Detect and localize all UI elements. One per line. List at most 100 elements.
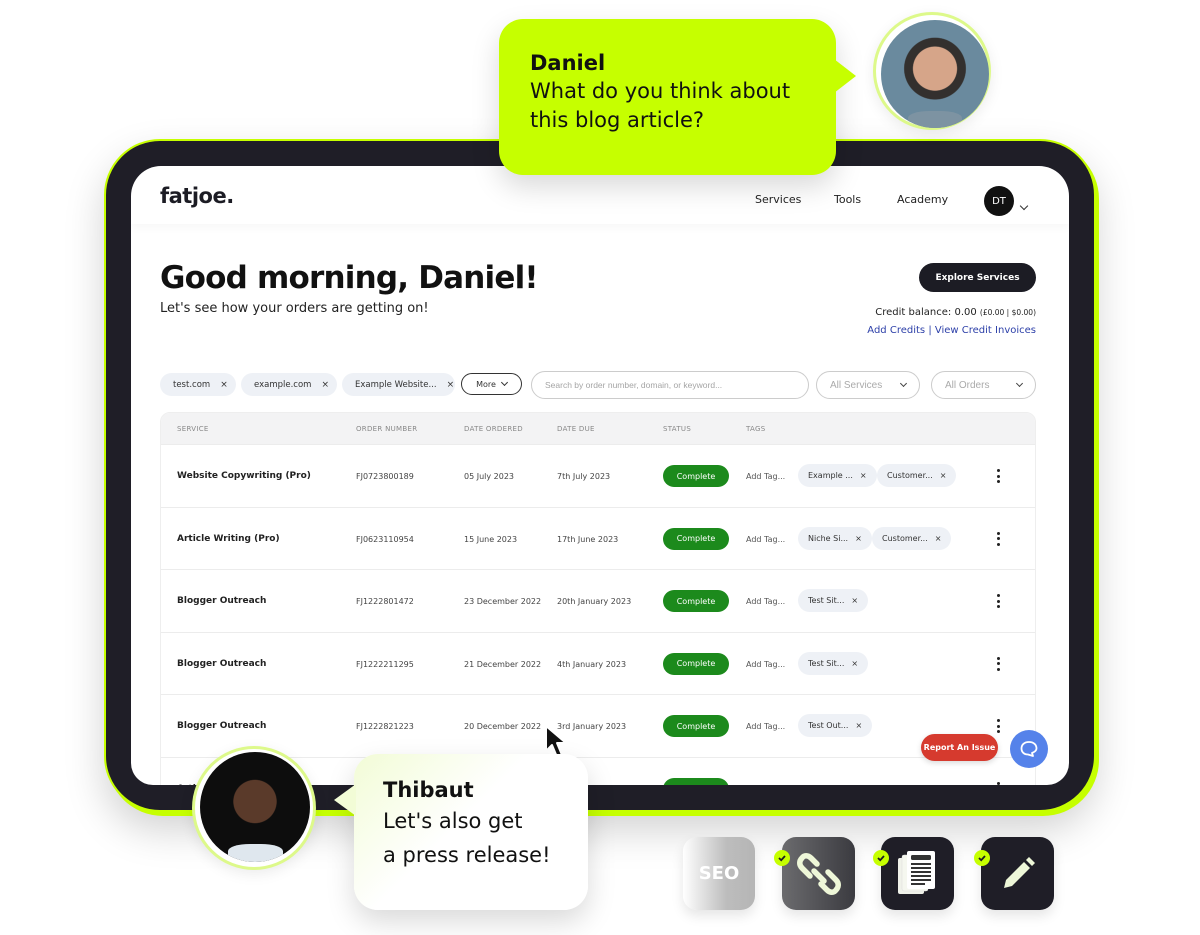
status-badge: Complete	[663, 465, 729, 487]
column-header-date-due: DATE DUE	[557, 425, 595, 433]
more-options-icon[interactable]	[993, 654, 1003, 674]
tag-chip[interactable]: Niche Si... ×	[798, 526, 872, 550]
column-header-service: SERVICE	[177, 425, 209, 433]
status-badge: Complete	[663, 715, 729, 737]
tag-chip[interactable]: Customer... ×	[872, 526, 952, 550]
close-icon[interactable]: ×	[447, 380, 455, 390]
close-icon[interactable]: ×	[851, 596, 858, 605]
check-icon	[974, 850, 990, 866]
close-icon[interactable]: ×	[935, 534, 942, 543]
report-issue-button[interactable]: Report An Issue	[921, 734, 998, 761]
service-tile-seo[interactable]: SEO	[683, 837, 755, 910]
chevron-down-icon	[1015, 379, 1024, 388]
more-options-icon[interactable]	[993, 466, 1003, 486]
services-select-value: All Services	[830, 379, 883, 391]
close-icon[interactable]: ×	[220, 380, 228, 390]
search-field[interactable]	[531, 371, 809, 399]
table-row[interactable]: Blogger Outreach FJ1222801472 23 December …	[161, 569, 1035, 632]
logo[interactable]: fatjoe.	[160, 184, 234, 208]
more-options-icon[interactable]	[993, 591, 1003, 611]
column-header-date-ordered: DATE ORDERED	[464, 425, 523, 433]
service-name[interactable]: Website Copywriting (Pro)	[177, 471, 311, 481]
seo-icon: SEO	[698, 863, 740, 884]
filter-chip[interactable]: Example Website... ×	[342, 373, 455, 396]
add-tag-button[interactable]: Add Tag...	[746, 722, 785, 731]
table-row[interactable]: Article Writing (Pro) FJ0623110954 15 June…	[161, 506, 1035, 570]
tag-label: Customer...	[882, 533, 928, 543]
close-icon[interactable]: ×	[855, 534, 862, 543]
table-row[interactable]: Blogger Outreach FJ1222211295 21 December …	[161, 631, 1035, 695]
tag-chip[interactable]: Customer... ×	[877, 464, 957, 487]
explore-services-button[interactable]: Explore Services	[919, 263, 1036, 292]
chevron-down-icon	[500, 378, 508, 387]
service-tile-press-release[interactable]	[881, 837, 954, 910]
close-icon[interactable]: ×	[860, 471, 867, 480]
order-number: FJ1222211295	[356, 659, 414, 669]
view-credit-invoices-link[interactable]: View Credit Invoices	[935, 325, 1036, 336]
pencil-icon	[1003, 856, 1035, 888]
add-tag-button[interactable]: Add Tag...	[746, 785, 785, 786]
search-input[interactable]	[545, 380, 795, 390]
close-icon[interactable]: ×	[321, 380, 329, 390]
credit-balance-value: Credit balance: 0.00	[875, 307, 977, 318]
add-tag-button[interactable]: Add Tag...	[746, 535, 785, 544]
credit-balance-detail: (£0.00 | $0.00)	[979, 308, 1036, 317]
tag-label: Example ...	[808, 471, 853, 480]
nav-academy[interactable]: Academy	[897, 193, 948, 206]
document-icon	[897, 850, 935, 894]
chevron-down-icon	[899, 379, 908, 388]
date-ordered: 15 June 2023	[464, 534, 518, 544]
add-credits-link[interactable]: Add Credits	[867, 325, 925, 336]
add-tag-button[interactable]: Add Tag...	[746, 472, 785, 481]
date-due: 20th January 2023	[557, 597, 632, 606]
date-due: 7th July 2023	[557, 472, 611, 481]
nav-services[interactable]: Services	[755, 193, 801, 206]
more-options-icon[interactable]	[993, 529, 1003, 549]
services-select[interactable]: All Services	[816, 371, 920, 399]
orders-table: SERVICE ORDER NUMBER DATE ORDERED DATE D…	[160, 412, 1036, 785]
tag-chip[interactable]: Test Out... ×	[798, 714, 873, 737]
service-tile-content-writing[interactable]	[981, 837, 1054, 910]
service-name[interactable]: Blogger Outreach	[177, 596, 266, 606]
avatar-thibaut	[200, 752, 310, 862]
filter-chip-label: test.com	[173, 379, 211, 390]
chevron-down-icon[interactable]	[1019, 201, 1029, 211]
tag-chip[interactable]: Test Sit... ×	[798, 651, 869, 675]
column-header-status: STATUS	[663, 425, 692, 433]
add-tag-button[interactable]: Add Tag...	[746, 597, 785, 606]
close-icon[interactable]: ×	[855, 721, 862, 730]
chat-author: Thibaut	[383, 778, 474, 802]
service-name[interactable]: Article Writing (Pro)	[177, 534, 280, 544]
more-options-icon[interactable]	[993, 779, 1003, 786]
close-icon[interactable]: ×	[851, 659, 858, 668]
service-name[interactable]: Blogger Outreach	[177, 721, 266, 731]
tag-chip[interactable]: Test Sit... ×	[798, 589, 869, 612]
orders-select[interactable]: All Orders	[931, 371, 1036, 399]
filter-chip[interactable]: test.com ×	[160, 373, 236, 396]
more-options-icon[interactable]	[993, 716, 1003, 736]
nav-tools[interactable]: Tools	[834, 193, 861, 206]
table-row[interactable]: Website Copywriting (Pro) FJ0723800189 05 …	[161, 444, 1035, 507]
credit-links: Add Credits | View Credit Invoices	[867, 325, 1036, 336]
credit-balance: Credit balance: 0.00 (£0.00 | $0.00)	[875, 307, 1036, 318]
table-row[interactable]: Blogger Outreach FJ1222821223 20 December …	[161, 694, 1035, 757]
service-tile-link-building[interactable]	[782, 837, 855, 910]
service-name[interactable]: Blogger Outreach	[177, 659, 266, 669]
filter-chip[interactable]: example.com ×	[241, 373, 337, 396]
column-header-tags: TAGS	[746, 425, 766, 433]
close-icon[interactable]: ×	[940, 471, 947, 480]
chat-button[interactable]	[1010, 730, 1048, 768]
date-ordered: 23 December 2022	[464, 597, 542, 606]
page-title: Good morning, Daniel!	[160, 260, 539, 296]
date-ordered: 20 December 2022	[464, 722, 542, 731]
tag-label: Niche Si...	[808, 533, 849, 543]
tag-label: Customer...	[887, 471, 933, 480]
check-icon	[774, 850, 790, 866]
status-badge: Complete	[663, 777, 729, 785]
add-tag-button[interactable]: Add Tag...	[746, 660, 785, 669]
chat-bubble-daniel: Daniel What do you think about this blog…	[499, 19, 856, 175]
link-icon	[796, 852, 841, 895]
more-filters-button[interactable]: More	[461, 373, 522, 395]
tag-chip[interactable]: Example ... ×	[798, 464, 877, 487]
user-avatar[interactable]: DT	[984, 186, 1014, 216]
